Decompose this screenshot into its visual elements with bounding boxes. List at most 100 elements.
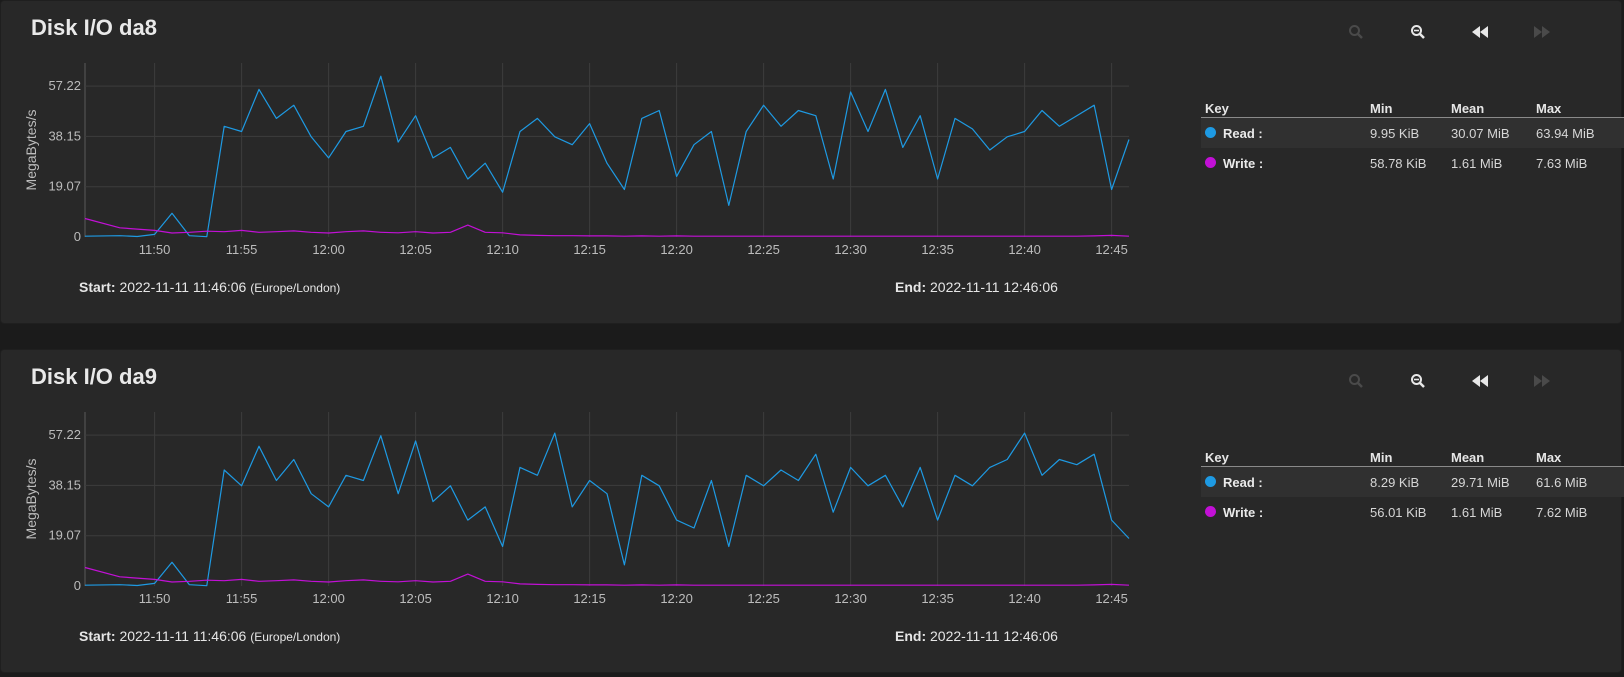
x-tick-label: 12:25 — [747, 242, 780, 257]
legend-mean-header: Mean — [1451, 101, 1485, 116]
legend-max-header: Max — [1536, 450, 1562, 465]
legend-header: Key Min Mean Max — [1201, 99, 1624, 118]
y-tick-label: 38.15 — [48, 477, 81, 492]
x-tick-label: 12:45 — [1095, 242, 1128, 257]
step-forward-button[interactable] — [1527, 19, 1557, 45]
fast-forward-icon — [1534, 375, 1550, 387]
zoom-in-button[interactable] — [1341, 19, 1371, 45]
series-min: 8.29 KiB — [1370, 475, 1420, 490]
series-name: Read : — [1223, 475, 1263, 490]
series-name: Write : — [1223, 156, 1264, 171]
x-tick-label: 12:15 — [573, 242, 606, 257]
series-mean: 29.71 MiB — [1451, 475, 1510, 490]
x-tick-label: 12:15 — [573, 591, 606, 606]
x-tick-label: 12:10 — [486, 242, 519, 257]
legend-key-header: Key — [1205, 101, 1229, 116]
x-tick-label: 12:40 — [1008, 591, 1041, 606]
chart-card-da8: Disk I/O da8 019.07 38.15 57.22 11:50 11… — [0, 0, 1624, 324]
start-value: 2022-11-11 11:46:06 — [119, 279, 247, 295]
zoom-in-button[interactable] — [1341, 368, 1371, 394]
y-tick-label: 0 — [74, 578, 81, 593]
y-tick-label: 57.22 — [48, 427, 81, 442]
zoom-out-button[interactable] — [1403, 368, 1433, 394]
series-mean: 30.07 MiB — [1451, 126, 1510, 141]
legend-row-read[interactable]: Read : 8.29 KiB 29.71 MiB 61.6 MiB — [1201, 467, 1624, 497]
x-tick-label: 12:00 — [312, 591, 345, 606]
line-chart[interactable]: 0 19.07 38.15 57.22 11:50 11:55 12:00 12:05 12:1… — [1, 350, 1191, 620]
legend-max-header: Max — [1536, 101, 1562, 116]
legend-mean-header: Mean — [1451, 450, 1485, 465]
start-time: Start: 2022-11-11 11:46:06 (Europe/Londo… — [79, 279, 340, 295]
timezone: (Europe/London) — [250, 281, 341, 295]
end-label: End: — [895, 628, 927, 644]
x-tick-label: 12:20 — [660, 591, 693, 606]
y-tick-label: 57.22 — [48, 78, 81, 93]
chart-toolbar — [1341, 19, 1581, 45]
step-back-button[interactable] — [1465, 19, 1495, 45]
x-tick-label: 12:10 — [486, 591, 519, 606]
end-time: End: 2022-11-11 12:46:06 — [895, 628, 1058, 644]
series-name: Write : — [1223, 505, 1264, 520]
line-chart[interactable]: 0 19.07 38.15 57.22 11:50 11:55 12:00 12:05 12:1… — [1, 1, 1191, 271]
x-tick-label: 11:55 — [226, 242, 258, 257]
y-tick-label: 19.07 — [48, 179, 81, 194]
series-min: 9.95 KiB — [1370, 126, 1420, 141]
y-tick-label: 38.15 — [48, 128, 81, 143]
end-label: End: — [895, 279, 927, 295]
x-tick-label: 12:40 — [1008, 242, 1041, 257]
x-tick-label: 12:20 — [660, 242, 693, 257]
legend-table: Key Min Mean Max Read : 8.29 KiB 29.71 M… — [1201, 448, 1624, 527]
series-max: 63.94 MiB — [1536, 126, 1595, 141]
chart-card-da9: Disk I/O da9 019.07 38.15 57.22 11:50 11… — [0, 349, 1624, 673]
series-mean: 1.61 MiB — [1451, 156, 1503, 171]
x-tick-label: 12:05 — [399, 242, 432, 257]
legend-min-header: Min — [1370, 450, 1393, 465]
rewind-icon — [1472, 375, 1488, 387]
chart-toolbar — [1341, 368, 1581, 394]
fast-forward-icon — [1534, 26, 1550, 38]
x-tick-label: 12:45 — [1095, 591, 1128, 606]
series-min: 58.78 KiB — [1370, 156, 1427, 171]
series-name: Read : — [1223, 126, 1263, 141]
series-max: 7.62 MiB — [1536, 505, 1588, 520]
y-tick-label: 19.07 — [48, 528, 81, 543]
x-tick-label: 12:35 — [921, 591, 954, 606]
zoom-in-icon — [1349, 25, 1363, 39]
step-forward-button[interactable] — [1527, 368, 1557, 394]
step-back-button[interactable] — [1465, 368, 1495, 394]
timezone: (Europe/London) — [250, 630, 341, 644]
x-tick-label: 12:30 — [834, 591, 867, 606]
x-tick-label: 12:35 — [921, 242, 954, 257]
series-min: 56.01 KiB — [1370, 505, 1427, 520]
y-axis-label: MegaBytes/s — [23, 110, 39, 191]
y-axis-label: MegaBytes/s — [23, 459, 39, 540]
y-tick-label: 0 — [74, 229, 81, 244]
x-tick-label: 12:00 — [312, 242, 345, 257]
x-tick-label: 11:50 — [139, 242, 171, 257]
legend-row-write[interactable]: Write : 58.78 KiB 1.61 MiB 7.63 MiB — [1201, 148, 1624, 178]
start-label: Start: — [79, 279, 116, 295]
start-label: Start: — [79, 628, 116, 644]
rewind-icon — [1472, 26, 1488, 38]
write-color-dot — [1205, 506, 1216, 517]
legend-key-header: Key — [1205, 450, 1229, 465]
x-tick-label: 12:25 — [747, 591, 780, 606]
zoom-out-button[interactable] — [1403, 19, 1433, 45]
series-max: 61.6 MiB — [1536, 475, 1588, 490]
legend-row-read[interactable]: Read : 9.95 KiB 30.07 MiB 63.94 MiB — [1201, 118, 1624, 148]
legend-row-write[interactable]: Write : 56.01 KiB 1.61 MiB 7.62 MiB — [1201, 497, 1624, 527]
end-value: 2022-11-11 12:46:06 — [930, 279, 1058, 295]
x-tick-label: 11:55 — [226, 591, 258, 606]
x-tick-label: 11:50 — [139, 591, 171, 606]
legend-header: Key Min Mean Max — [1201, 448, 1624, 467]
read-color-dot — [1205, 127, 1216, 138]
x-tick-label: 12:30 — [834, 242, 867, 257]
series-mean: 1.61 MiB — [1451, 505, 1503, 520]
series-max: 7.63 MiB — [1536, 156, 1588, 171]
end-value: 2022-11-11 12:46:06 — [930, 628, 1058, 644]
zoom-out-icon — [1411, 25, 1425, 39]
read-color-dot — [1205, 476, 1216, 487]
write-color-dot — [1205, 157, 1216, 168]
start-value: 2022-11-11 11:46:06 — [119, 628, 247, 644]
legend-min-header: Min — [1370, 101, 1393, 116]
